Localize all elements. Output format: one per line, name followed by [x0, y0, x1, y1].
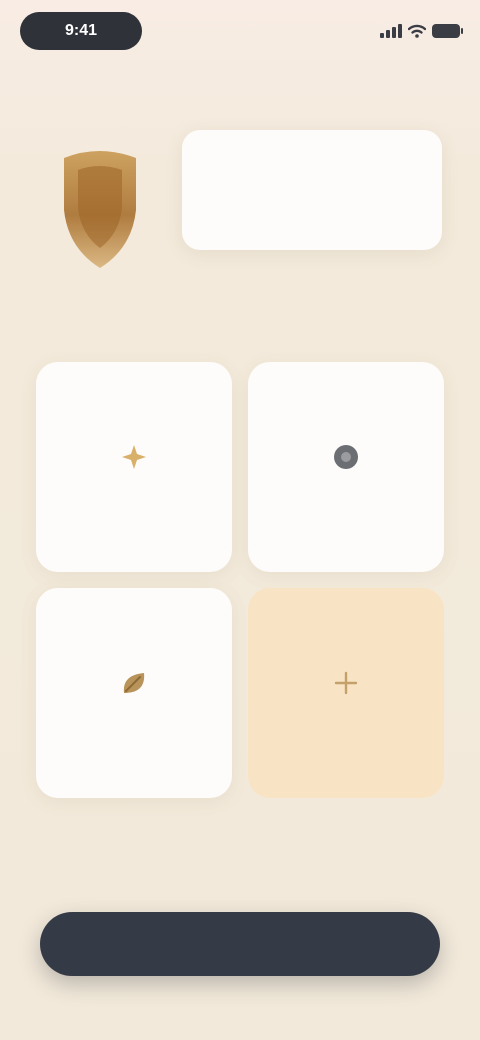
status-time: 9:41	[64, 22, 98, 39]
option-grid	[36, 362, 444, 798]
signal-icon	[380, 24, 402, 38]
option-tile-4[interactable]	[248, 588, 444, 798]
option-tile-1[interactable]	[36, 362, 232, 572]
status-bar: 9:41	[20, 12, 463, 50]
continue-button[interactable]	[40, 912, 440, 976]
circle-icon	[328, 439, 364, 475]
battery-icon	[432, 24, 463, 38]
sparkle-icon	[116, 439, 152, 475]
option-tile-3[interactable]	[36, 588, 232, 798]
status-icons	[380, 20, 463, 42]
shield-icon	[44, 140, 154, 280]
wifi-icon	[408, 24, 426, 38]
leaf-icon	[116, 665, 152, 701]
status-time-pill: 9:41	[20, 12, 142, 50]
app-screen: 9:41	[0, 0, 480, 1040]
option-tile-2[interactable]	[248, 362, 444, 572]
plus-icon	[328, 665, 364, 701]
info-card	[182, 130, 442, 250]
